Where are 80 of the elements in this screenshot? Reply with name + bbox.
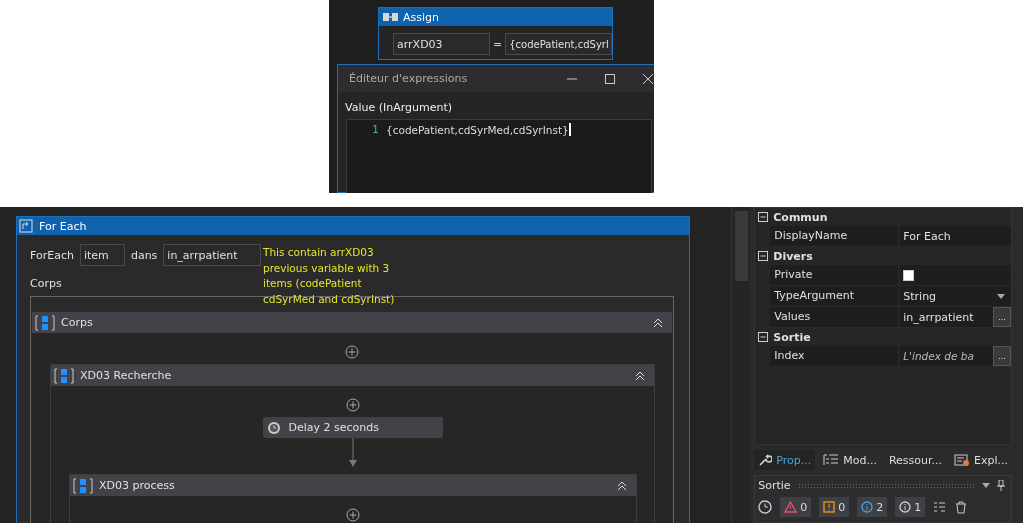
property-value[interactable]: in_arrpatient [903,310,991,324]
add-icon[interactable] [345,345,359,359]
property-name: Index [770,346,899,366]
error-icon [784,501,798,513]
property-name: Values [770,307,899,327]
section-label: Corps [30,277,62,290]
activity-title: XD03 process [99,479,176,492]
activity-title: Corps [61,316,94,329]
sequence-icon [73,477,93,494]
close-icon[interactable] [642,72,654,85]
line-number: 1 [371,123,380,136]
field-label: dans [130,248,158,262]
checkbox[interactable] [903,269,915,281]
collapse-icon[interactable] [616,480,628,491]
sequence-icon [35,314,55,331]
input-field[interactable]: arrXD03 [393,33,490,55]
panel-title: Sortie [758,479,791,492]
field-label: Value (InArgument) [345,101,454,114]
activity-title: XD03 Recherche [80,369,173,382]
expander-icon[interactable] [758,212,769,222]
text-cursor [568,123,571,136]
clock-icon [266,420,281,435]
filter-button[interactable]: 0 [819,497,850,517]
maximize-icon[interactable] [604,72,616,85]
delay-activity[interactable]: Delay 2 seconds [262,417,443,438]
collapse-icon[interactable] [634,370,646,381]
property-name: Private [770,265,899,285]
input-field[interactable]: in_arrpatient [163,244,262,266]
trash-icon[interactable] [955,500,968,514]
equals-sign: = [493,37,503,51]
browse-button[interactable]: ... [993,307,1011,327]
panel-tab[interactable]: Ressour... [884,450,946,470]
info-icon [861,501,874,513]
sequence-activity[interactable]: Corps XD03 Recherche Delay 2 seconds XD03 process [32,312,672,523]
add-icon[interactable] [345,398,360,412]
dropdown-icon[interactable] [982,483,990,488]
section-title: Divers [773,249,813,263]
collapse-icon[interactable] [652,317,664,328]
activity-title: Assign [403,10,439,24]
clock-icon[interactable] [758,500,773,514]
section-title: Commun [773,210,828,224]
warning-icon [823,501,836,513]
pin-icon[interactable] [997,480,1005,491]
filter-button[interactable]: 0 [780,497,812,517]
assign-icon [383,12,399,22]
panel-tab[interactable]: Expl... [950,450,1012,470]
tree-list-icon [823,453,840,467]
section-title: Sortie [773,330,811,344]
connector-arrow [347,438,358,468]
filter-button[interactable]: 2 [857,497,888,517]
expander-icon[interactable] [758,332,769,342]
sequence-activity[interactable]: XD03 process [69,474,637,523]
sequence-icon [54,367,74,384]
panel-tab[interactable]: Prop... [754,450,816,470]
property-name: TypeArgument [770,286,899,306]
code-editor[interactable]: 1 {codePatient,cdSyrMed,cdSyrInst} [346,119,652,193]
code-line: {codePatient,cdSyrMed,cdSyrInst} [386,123,569,136]
caret-icon [997,293,1005,299]
filter-button[interactable]: 1 [895,497,926,517]
sequence-activity[interactable]: XD03 Recherche Delay 2 seconds XD03 process [50,364,655,523]
wrench-icon [758,453,773,467]
info-icon [899,501,912,513]
expander-icon[interactable] [758,251,769,261]
window-title: Éditeur d'expressions [349,72,469,85]
field-label: ForEach [30,248,74,262]
activity-title: For Each [39,219,87,233]
property-value[interactable]: L'index de ba [903,350,991,362]
browse-button[interactable]: ... [993,346,1011,366]
loop-icon [19,219,33,233]
add-icon[interactable] [346,508,360,522]
input-field[interactable]: item [79,244,125,266]
filter-list-icon[interactable] [933,501,948,513]
panel-tab[interactable]: Mod... [819,450,881,470]
activity-title: Delay 2 seconds [288,421,379,434]
foreach-activity[interactable]: For Each ForEach item dans in_arrpatient This contain arrXD03 previous variable with 3 items (codePatient cdSyrMed and cdSyrInst) Corps Corps XD03 Recherche Delay 2 seconds XD03 process [16,216,690,523]
property-name: DisplayName [770,226,899,246]
annotation-text: This contain arrXD03 previous variable with 3 items (codePatient cdSyrMed and cdSyrInst) [263,245,395,307]
assign-activity[interactable]: Assign arrXD03 = {codePatient,cdSyrl [378,7,613,60]
document-icon [954,453,970,467]
input-field[interactable]: {codePatient,cdSyrl [505,33,612,55]
